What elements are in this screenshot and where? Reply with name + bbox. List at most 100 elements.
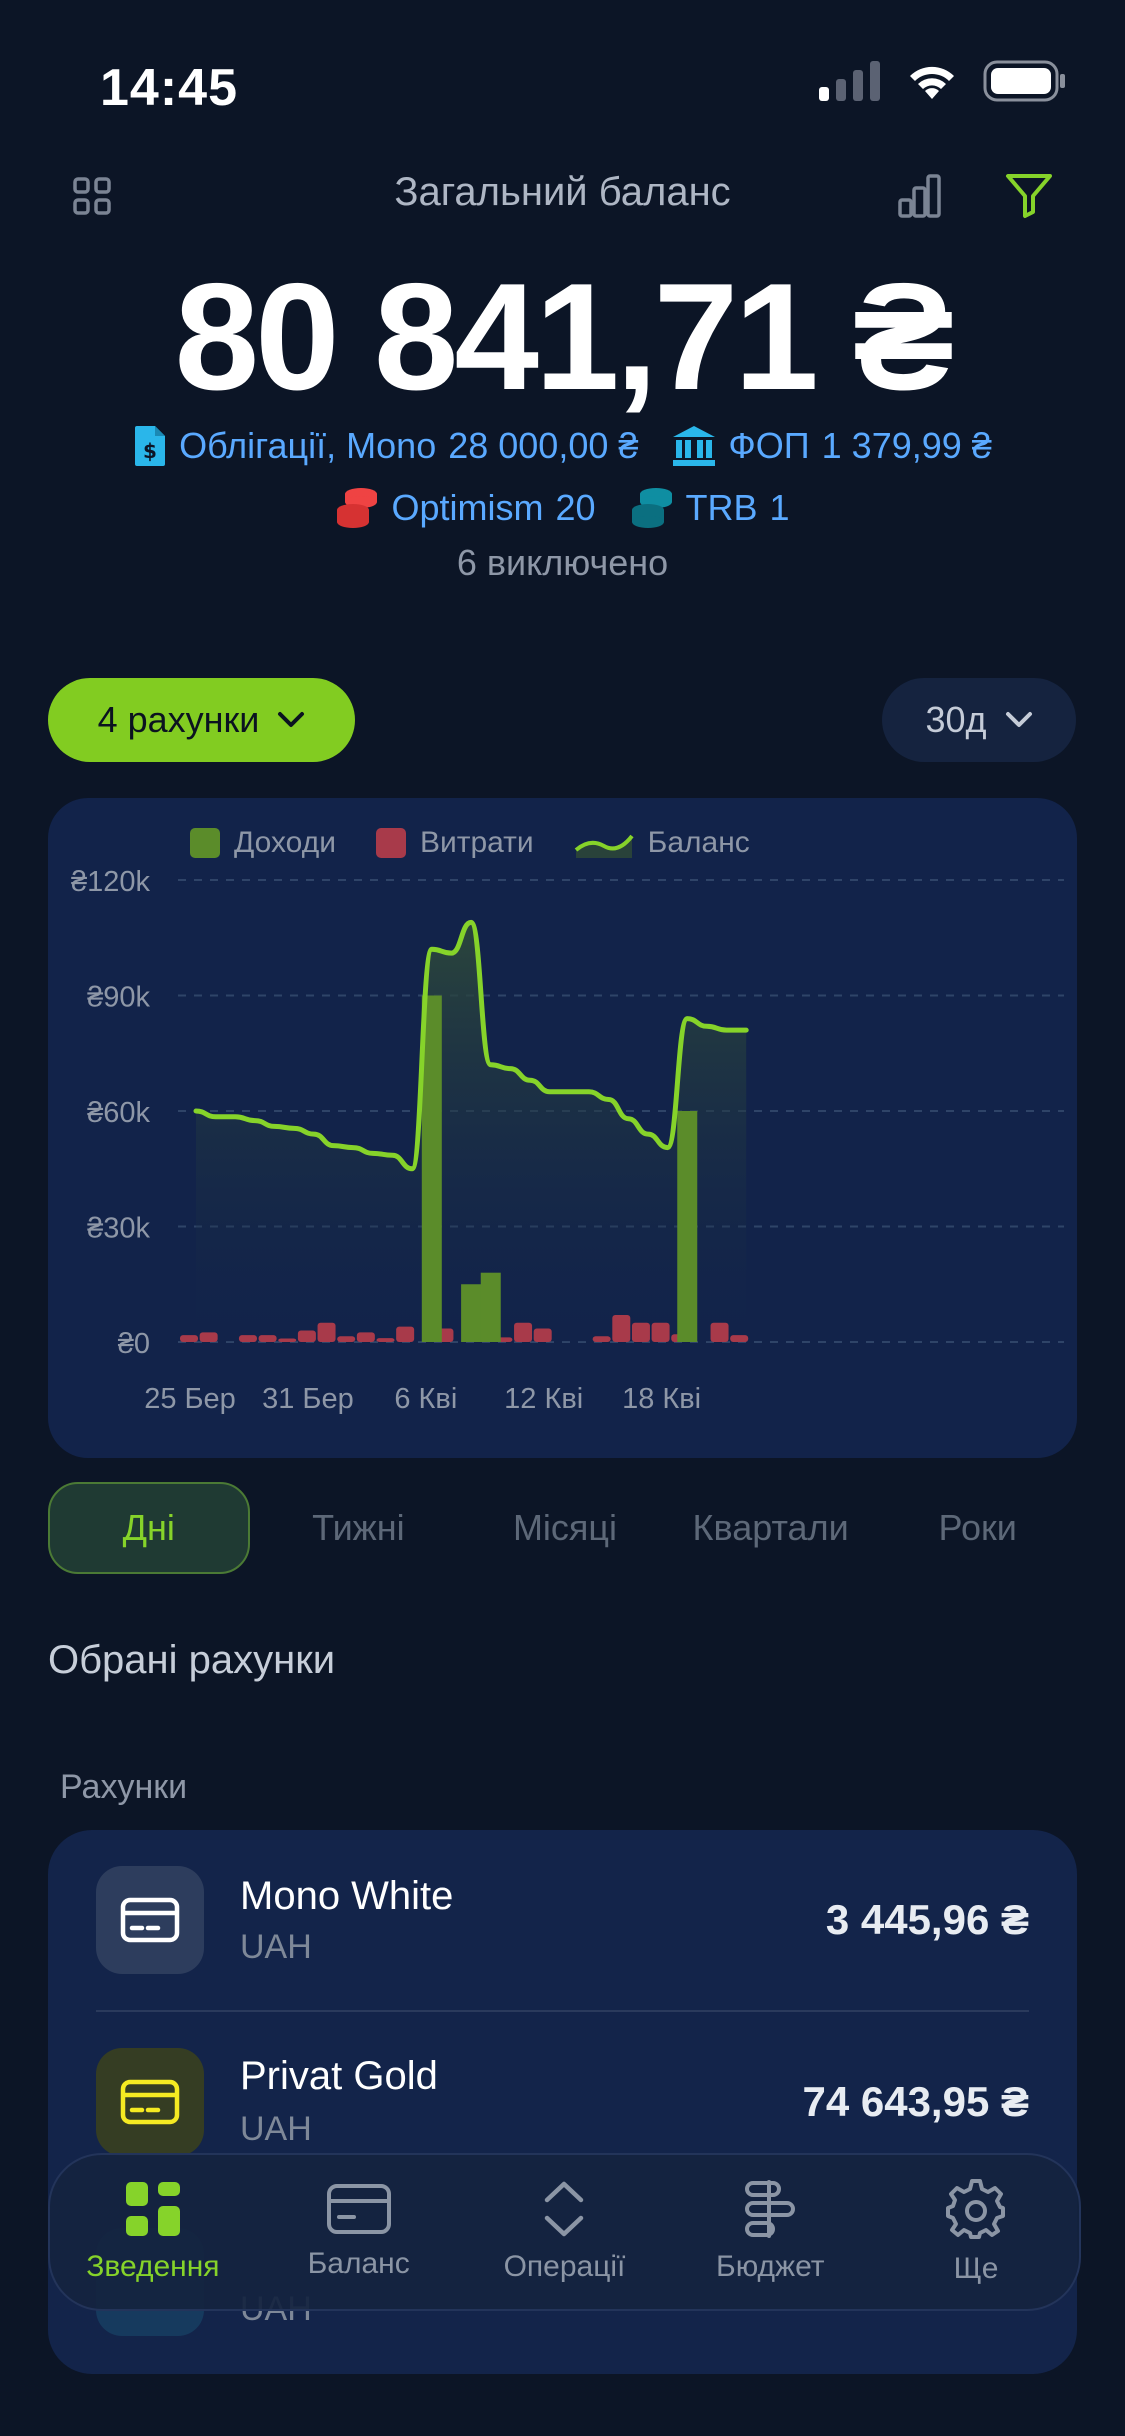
asset-name: ФОП (728, 425, 810, 466)
budget-icon (745, 2180, 796, 2238)
asset-trb[interactable]: TRB 1 (630, 486, 790, 530)
page-title: Загальний баланс (394, 170, 731, 214)
expense-bar (278, 1338, 297, 1342)
nav-label: Ще (953, 2252, 999, 2285)
asset-amount: 1 (769, 487, 790, 528)
nav-label: Бюджет (716, 2250, 825, 2283)
tab-months[interactable]: Місяці (467, 1507, 663, 1549)
nav-balance[interactable]: Баланс (264, 2183, 454, 2281)
status-time: 14:45 (100, 59, 238, 117)
account-currency: UAH (240, 1928, 312, 1966)
account-name: Mono White (240, 1874, 454, 1918)
account-name: Privat Gold (240, 2054, 438, 2098)
expense-bar (337, 1336, 356, 1342)
asset-name: Облігації, Mono (179, 425, 437, 466)
tab-quarters[interactable]: Квартали (663, 1507, 879, 1549)
asset-amount: 28 000,00 ₴ (448, 425, 639, 466)
asset-amount: 20 (555, 487, 596, 528)
svg-text:$: $ (143, 439, 157, 463)
credit-card-icon (120, 2079, 180, 2125)
asset-fop[interactable]: ФОП 1 379,99 ₴ (672, 425, 992, 467)
period-selector-label: 30д (925, 699, 987, 740)
expense-bar (612, 1315, 631, 1342)
y-tick-label: ₴120k (71, 866, 151, 898)
account-row[interactable]: Mono White UAH 3 445,96 ₴ (48, 1830, 1077, 2010)
expense-bar (258, 1335, 277, 1342)
y-tick-label: ₴0 (118, 1328, 150, 1360)
credit-card-icon (120, 1897, 180, 1943)
cellular-signal-icon (819, 61, 880, 101)
stats-button[interactable] (896, 172, 944, 225)
wifi-icon (910, 66, 954, 99)
expense-bar (297, 1330, 316, 1342)
asset-name: TRB (685, 487, 758, 528)
expense-bar (533, 1328, 552, 1342)
expense-bar (356, 1332, 375, 1342)
nav-more[interactable]: Ще (881, 2178, 1071, 2286)
expense-bar (199, 1332, 218, 1342)
bar-chart-icon (898, 174, 941, 218)
dashboard-icon (125, 2182, 180, 2236)
x-tick-label: 31 Бер (262, 1383, 354, 1415)
expense-bar (651, 1322, 670, 1342)
coin-stack-teal-icon (631, 488, 672, 528)
expense-bar (376, 1338, 395, 1342)
income-bar (677, 1111, 698, 1342)
account-icon (96, 2048, 204, 2156)
asset-bonds[interactable]: $ Облігації, Mono 28 000,00 ₴ (133, 424, 638, 468)
expense-bar (730, 1335, 749, 1342)
y-tick-label: ₴30k (87, 1213, 150, 1245)
excluded-count[interactable]: 6 виключено (0, 542, 1125, 584)
chevron-down-icon (278, 712, 305, 727)
period-tabs: Дні Тижні Місяці Квартали Роки (48, 1482, 1077, 1574)
nav-summary[interactable]: Зведення (58, 2180, 248, 2284)
asset-row-1: $ Облігації, Mono 28 000,00 ₴ ФОП 1 379,… (0, 424, 1125, 468)
x-tick-label: 6 Кві (394, 1383, 457, 1415)
expense-bar (631, 1322, 650, 1342)
x-tick-label: 25 Бер (144, 1383, 236, 1415)
account-currency: UAH (240, 2110, 312, 2148)
up-down-chevrons-icon (545, 2181, 584, 2237)
account-amount: 3 445,96 ₴ (825, 1896, 1029, 1943)
x-tick-label: 12 Кві (504, 1383, 583, 1415)
bottom-nav: Зведення Баланс Операції Бюджет Ще (48, 2153, 1081, 2311)
section-title: Обрані рахунки (48, 1638, 336, 1682)
battery-icon (983, 60, 1065, 102)
total-balance: 80 841,71 ₴ (174, 252, 955, 422)
accounts-selector[interactable]: 4 рахунки (48, 678, 355, 762)
expense-bar (396, 1326, 415, 1342)
balance-chart: ₴0 ₴30k ₴60k ₴90k ₴120k 25 Бер 31 Бер 6 Кві 12 К… (71, 866, 1064, 1415)
x-tick-label: 18 Кві (622, 1383, 701, 1415)
income-bar (480, 1272, 501, 1342)
credit-card-icon (326, 2184, 391, 2234)
section-label: Рахунки (60, 1768, 188, 1806)
bank-icon (673, 426, 716, 466)
nav-label: Зведення (86, 2250, 220, 2283)
nav-label: Баланс (307, 2247, 410, 2280)
expense-bar (180, 1335, 198, 1342)
gear-icon (946, 2179, 1006, 2239)
expense-bar (238, 1335, 257, 1342)
y-tick-label: ₴60k (87, 1097, 150, 1129)
account-icon (96, 1866, 204, 1974)
expense-bar (710, 1322, 729, 1342)
filter-icon (1006, 174, 1052, 218)
expense-bar (317, 1322, 336, 1342)
tab-weeks[interactable]: Тижні (250, 1507, 468, 1549)
nav-label: Операції (503, 2250, 626, 2283)
account-amount: 74 643,95 ₴ (802, 2078, 1029, 2125)
balance-area (196, 922, 747, 1342)
filter-button[interactable] (1004, 170, 1054, 225)
nav-budget[interactable]: Бюджет (675, 2180, 865, 2284)
period-selector[interactable]: 30д (882, 678, 1076, 762)
tab-days[interactable]: Дні (48, 1482, 250, 1574)
expense-bar (514, 1322, 533, 1342)
status-icons (819, 60, 1067, 102)
accounts-selector-label: 4 рахунки (97, 699, 260, 740)
coin-stack-red-icon (337, 488, 378, 528)
asset-optimism[interactable]: Optimism 20 (335, 486, 596, 530)
nav-operations[interactable]: Операції (469, 2180, 659, 2284)
tab-years[interactable]: Роки (878, 1507, 1077, 1549)
expense-bar (592, 1336, 611, 1342)
income-bar (461, 1284, 482, 1342)
